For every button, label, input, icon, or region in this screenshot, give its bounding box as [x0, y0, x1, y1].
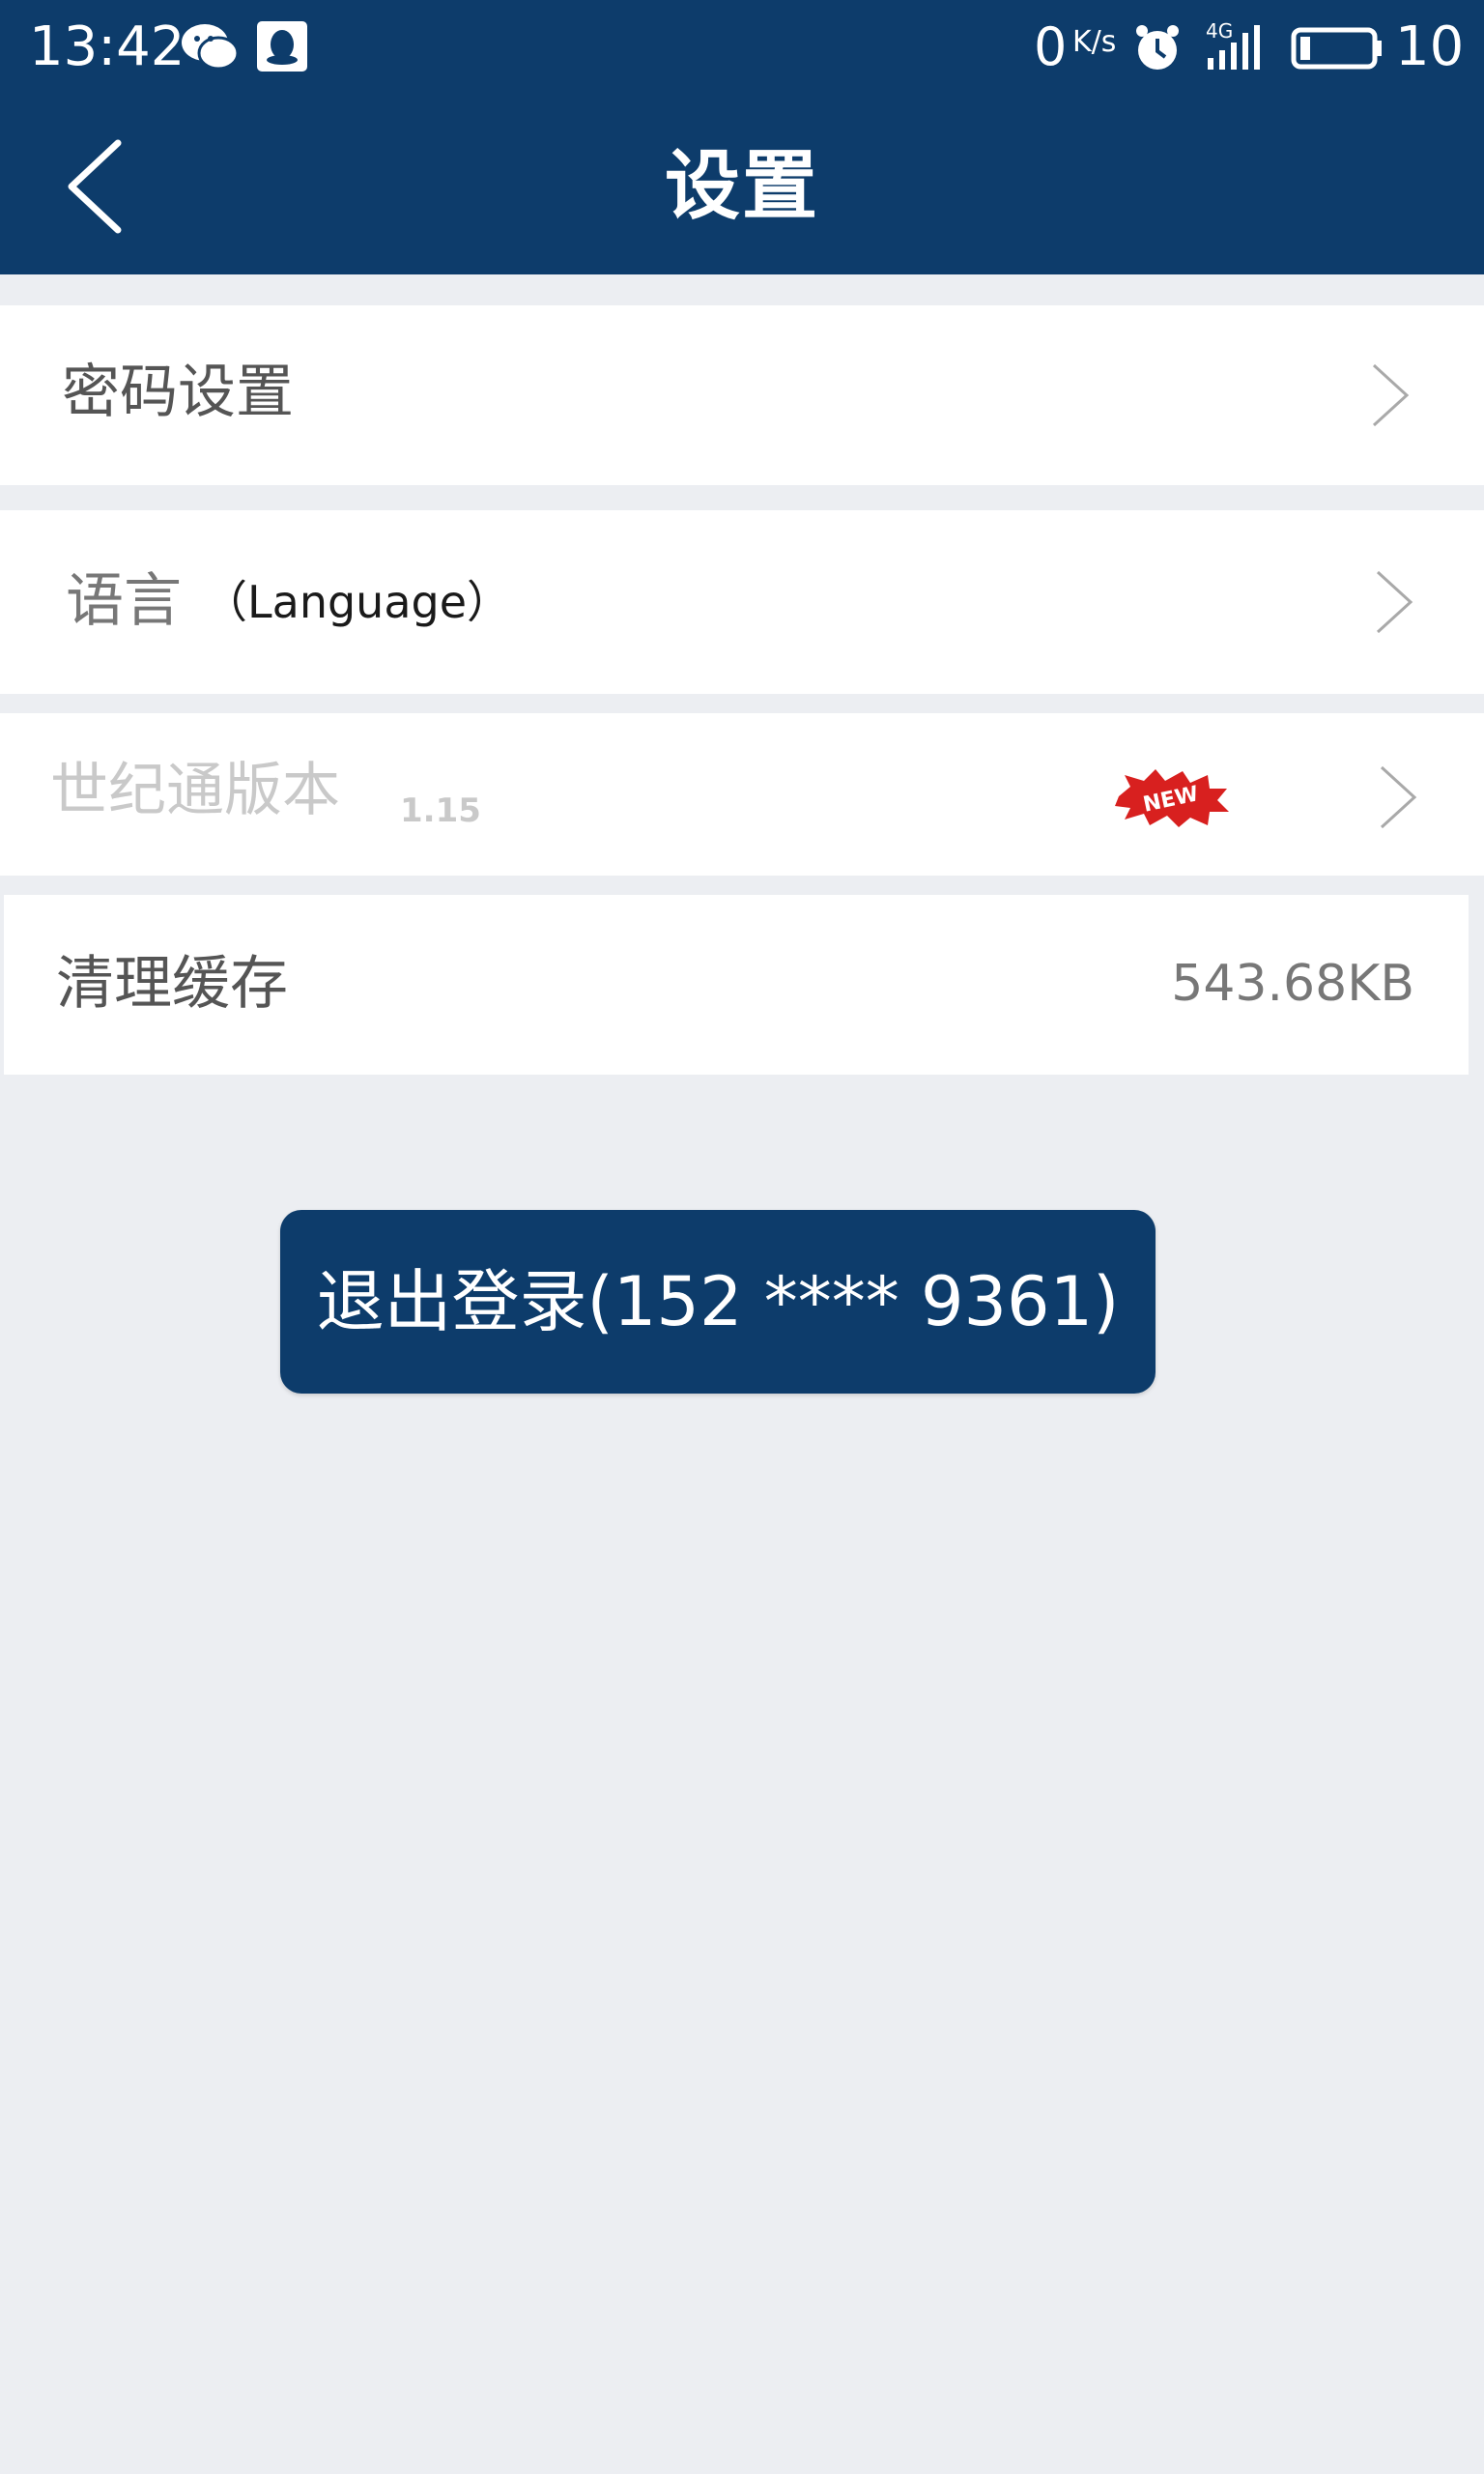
- version-number: 1.15: [400, 791, 481, 830]
- menu-item-version[interactable]: 世纪通版本 1.15 NEW: [0, 713, 1484, 876]
- page-title: 设置: [664, 143, 819, 230]
- menu-item-clear-cache[interactable]: 清理缓存 543.68KB: [4, 895, 1469, 1075]
- menu-item-password[interactable]: 密码设置: [0, 305, 1484, 485]
- language-sub-label: （Language）: [203, 576, 512, 628]
- signal-icon: [1208, 25, 1260, 70]
- clear-cache-label: 清理缓存: [56, 950, 288, 1018]
- status-time: 13:42: [29, 15, 186, 78]
- qq-icon: [257, 21, 307, 72]
- version-label: 世纪通版本: [50, 757, 340, 824]
- nav-bar: 设置: [0, 95, 1484, 274]
- cache-size-value: 543.68KB: [1171, 955, 1414, 1013]
- alarm-clock-icon: [1136, 25, 1179, 70]
- logout-button-label: 退出登录(152 **** 9361): [316, 1262, 1120, 1341]
- chevron-right-icon: [1380, 765, 1417, 829]
- status-bar: 13:42 0 K/s 4G 10: [0, 0, 1484, 95]
- menu-item-language[interactable]: 语言 （Language）: [0, 510, 1484, 694]
- language-label: 语言: [66, 567, 182, 635]
- password-label: 密码设置: [62, 359, 294, 426]
- net-speed-unit: K/s: [1072, 25, 1117, 59]
- wechat-icon: [182, 24, 240, 71]
- new-badge-icon: NEW: [1115, 769, 1229, 827]
- net-speed: 0: [1034, 16, 1068, 77]
- chevron-right-icon: [1372, 363, 1410, 427]
- logout-button[interactable]: 退出登录(152 **** 9361): [280, 1210, 1156, 1394]
- chevron-right-icon: [1376, 570, 1413, 634]
- battery-icon: [1291, 27, 1382, 70]
- battery-level: 10: [1395, 15, 1465, 78]
